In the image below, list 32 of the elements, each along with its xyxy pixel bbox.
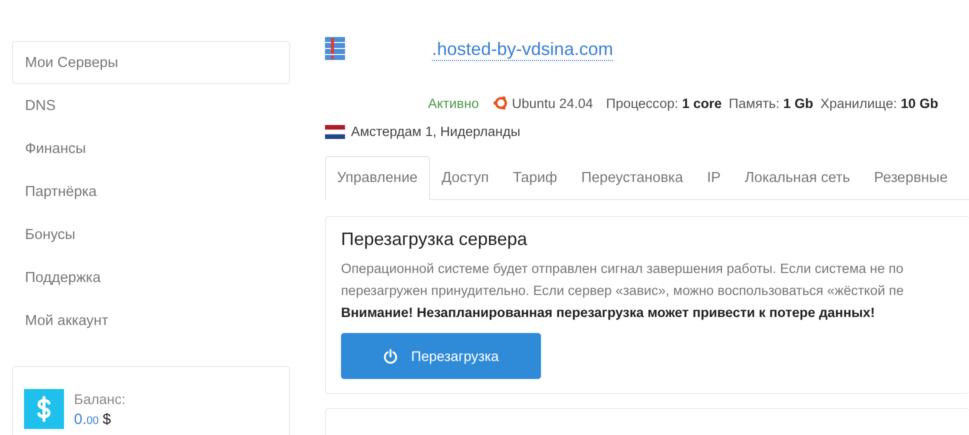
server-icon bbox=[325, 37, 345, 61]
balance-amount: 0.00 $ bbox=[74, 411, 112, 428]
os-text: Ubuntu 24.04 bbox=[512, 96, 593, 110]
sidebar-item[interactable]: Партнёрка bbox=[12, 170, 290, 213]
tab[interactable]: Локальная сеть bbox=[732, 156, 862, 199]
tab[interactable]: IP bbox=[695, 156, 733, 199]
flag-icon bbox=[325, 124, 345, 138]
sidebar-item[interactable]: DNS bbox=[12, 84, 290, 127]
sidebar-item[interactable]: Бонусы bbox=[12, 213, 290, 256]
sidebar-item[interactable]: Мои Серверы bbox=[12, 41, 290, 84]
sidebar-item[interactable]: Финансы bbox=[12, 127, 290, 170]
spec-text: Память: 1 Gb bbox=[728, 96, 814, 110]
reboot-button[interactable]: Перезагрузка bbox=[341, 333, 541, 379]
tab[interactable]: Тариф bbox=[500, 156, 570, 199]
panel-title: Перезагрузка сервера bbox=[341, 229, 528, 250]
tab[interactable]: Доступ bbox=[430, 156, 501, 199]
description-text: Операционной системе будет отправлен сигнал завершения работы. Если система не по перезагружен принудительно. Если сервер «завис», можно воспользоваться «жёсткой пе bbox=[341, 260, 905, 300]
spec-text: Процессор: 1 core bbox=[606, 96, 722, 110]
tab[interactable]: Резервные bbox=[862, 156, 960, 199]
ubuntu-icon bbox=[492, 95, 509, 111]
tab[interactable]: Переустановка bbox=[569, 156, 696, 199]
status-text: Активно bbox=[428, 96, 479, 110]
sidebar-item[interactable]: Мой аккаунт bbox=[12, 299, 290, 342]
balance-label: Баланс: bbox=[74, 391, 126, 407]
location-text: Амстердам 1, Нидерланды bbox=[351, 124, 520, 139]
tab[interactable]: Управление bbox=[325, 156, 430, 200]
power-icon bbox=[383, 348, 398, 364]
spec-text: Хранилище: 10 Gb bbox=[820, 96, 938, 110]
sidebar-item[interactable]: Поддержка bbox=[12, 256, 290, 299]
warning-text: Внимание! Незапланированная перезагрузка может привести к потере данных! bbox=[341, 304, 876, 322]
dollar-icon bbox=[24, 389, 64, 429]
hostname-link[interactable]: .hosted-by-vdsina.com bbox=[432, 38, 614, 60]
